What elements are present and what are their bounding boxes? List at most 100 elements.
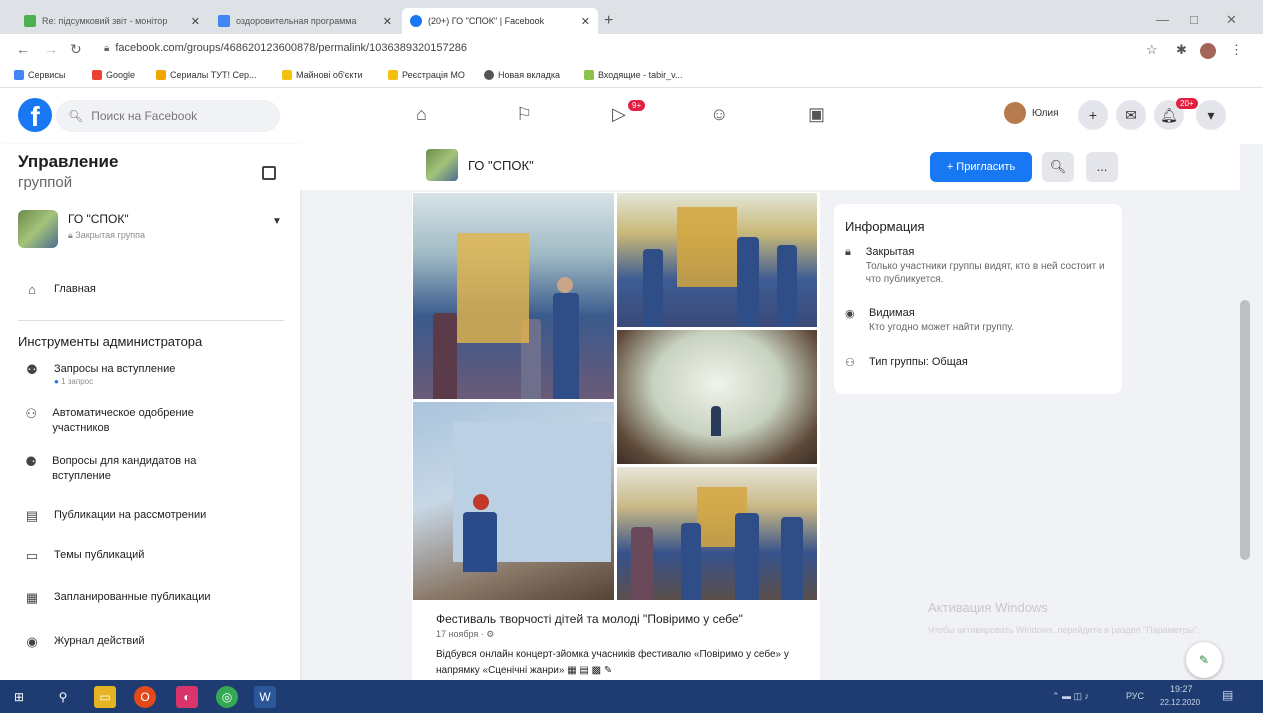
clock-time[interactable]: 19:27: [1170, 684, 1193, 694]
home-icon[interactable]: ⌂: [416, 104, 427, 125]
bookmark-services[interactable]: Сервисы: [14, 70, 65, 80]
chrome-icon[interactable]: ◎: [216, 686, 238, 708]
group-title[interactable]: ГО "СПОК": [468, 158, 534, 173]
opera-icon[interactable]: O: [134, 686, 156, 708]
reload-icon[interactable]: ↻: [70, 41, 82, 58]
word-icon[interactable]: W: [254, 686, 276, 708]
user-name: Юлия: [1032, 107, 1059, 119]
close-window-button[interactable]: ✕: [1226, 12, 1237, 28]
post-photo[interactable]: [616, 329, 818, 465]
folder-icon: [388, 70, 398, 80]
bookmark-google[interactable]: Google: [92, 70, 135, 80]
info-visibility-title: Видимая: [869, 307, 915, 319]
close-icon[interactable]: ✕: [575, 15, 590, 28]
messenger-icon[interactable]: ✉: [1116, 100, 1146, 130]
media-icon[interactable]: ◐: [176, 686, 198, 708]
sidebar-subtitle: группой: [18, 174, 73, 191]
gaming-icon[interactable]: ▣: [808, 104, 825, 125]
person-figure: [433, 313, 457, 399]
close-icon[interactable]: ✕: [185, 15, 200, 28]
minimize-button[interactable]: —: [1156, 12, 1169, 27]
sidebar-item-label: Публикации на рассмотрении: [54, 509, 207, 521]
star-icon[interactable]: ☆: [1146, 42, 1158, 58]
post-photo[interactable]: [616, 466, 818, 601]
account-menu-icon[interactable]: ▾: [1196, 100, 1226, 130]
group-privacy-label: Закрытая группа: [75, 230, 145, 240]
menu-icon[interactable]: ⋮: [1230, 42, 1243, 58]
person-figure: [463, 512, 497, 572]
bookmark-serials[interactable]: Сериалы ТУТ! Сер...: [156, 70, 257, 80]
tray-icons[interactable]: ⌃ ▬ ◫ ♪: [1052, 691, 1089, 702]
bookmark-inbox[interactable]: Входящие - tabir_v...: [584, 70, 683, 80]
clock-date[interactable]: 22.12.2020: [1160, 698, 1200, 707]
profile-button[interactable]: Юлия: [1004, 102, 1059, 124]
invite-button[interactable]: + Пригласить: [930, 152, 1032, 182]
sidebar-item-activity-log[interactable]: ◉ Журнал действий: [24, 634, 144, 650]
file-explorer-icon[interactable]: ▭: [94, 686, 116, 708]
create-button[interactable]: +: [1078, 100, 1108, 130]
group-thumbnail[interactable]: [426, 149, 458, 181]
notification-center-icon[interactable]: ▤: [1222, 688, 1233, 702]
sidebar-item-label: Автоматическое одобрение участников: [52, 407, 194, 434]
groups-icon[interactable]: ☺: [710, 104, 728, 125]
person-head: [473, 494, 489, 510]
tab-program[interactable]: оздоровительная программа ✕: [210, 8, 400, 34]
post-photo[interactable]: [412, 401, 615, 601]
back-icon[interactable]: ←: [16, 41, 30, 57]
sidebar-item-post-topics[interactable]: ▭ Темы публикаций: [24, 548, 145, 564]
person-figure: [777, 245, 797, 327]
extensions-icon[interactable]: ✱: [1176, 42, 1187, 58]
facebook-logo[interactable]: f: [18, 98, 52, 132]
search-input[interactable]: 🔍︎ Поиск на Facebook: [56, 100, 280, 132]
watch-badge: 9+: [628, 100, 646, 111]
search-button[interactable]: 🔍︎: [1042, 152, 1074, 182]
post-photo[interactable]: [412, 192, 615, 400]
sidebar-item-home[interactable]: ⌂ Главная: [24, 282, 96, 298]
windows-start-icon[interactable]: ⊞: [8, 686, 30, 708]
scrollbar[interactable]: [1240, 300, 1250, 560]
divider: [18, 320, 284, 321]
sidebar-item-questions[interactable]: ⚈ Вопросы для кандидатов на вступление: [24, 454, 234, 484]
info-visibility: ◉ Видимая Кто угодно может найти группу.: [845, 307, 1111, 334]
forward-icon[interactable]: →: [44, 41, 58, 57]
close-icon[interactable]: ✕: [377, 15, 392, 28]
person-figure: [737, 237, 759, 327]
tab-title: (20+) ГО "СПОК" | Facebook: [428, 16, 545, 26]
input-language[interactable]: РУС: [1126, 691, 1144, 701]
more-button[interactable]: ...: [1086, 152, 1118, 182]
post-photo[interactable]: [616, 192, 818, 328]
globe-icon: [484, 70, 494, 80]
person-add-icon: ⚉: [26, 362, 38, 377]
sidebar-item-auto-approve[interactable]: ⚇ Автоматическое одобрение участников: [24, 406, 234, 436]
sidebar-item-join-requests[interactable]: ⚉ Запросы на вступление ● 1 запрос: [24, 362, 175, 386]
new-message-button[interactable]: ✎: [1186, 642, 1222, 678]
bookmark-new-tab[interactable]: Новая вкладка: [484, 70, 560, 80]
maximize-button[interactable]: □: [1190, 12, 1198, 27]
sidebar-item-scheduled[interactable]: ▦ Запланированные публикации: [24, 590, 211, 606]
bookmark-registration[interactable]: Реєстрація МО: [388, 70, 465, 80]
person-head: [557, 277, 573, 293]
info-group-type: ⚇ Тип группы: Общая: [845, 356, 1111, 369]
search-placeholder: Поиск на Facebook: [91, 109, 198, 123]
chevron-down-icon[interactable]: ▼: [272, 216, 282, 227]
profile-avatar[interactable]: [1200, 43, 1216, 59]
collapse-sidebar-icon[interactable]: [262, 166, 276, 180]
new-tab-button[interactable]: +: [604, 12, 613, 30]
watch-icon[interactable]: ▷: [612, 104, 626, 125]
pages-icon[interactable]: ⚐: [516, 104, 532, 125]
tab-monitoring[interactable]: Re: підсумковий звіт - монітор ✕: [16, 8, 208, 34]
person-check-icon: ⚇: [25, 406, 38, 421]
sidebar-item-label: Запросы на вступление: [54, 363, 176, 375]
sidebar-item-pending-posts[interactable]: ▤ Публикации на рассмотрении: [24, 508, 206, 524]
bookmark-property[interactable]: Майнові об'єкти: [282, 70, 363, 80]
group-switcher[interactable]: ГО "СПОК" 🔒︎ Закрытая группа: [18, 210, 145, 248]
post-title[interactable]: Фестиваль творчості дітей та молоді "Пов…: [436, 612, 743, 626]
url-field[interactable]: 🔒︎ facebook.com/groups/468620123600878/pe…: [104, 42, 467, 54]
search-icon[interactable]: ⚲: [52, 686, 74, 708]
post-date[interactable]: 17 ноября · ⚙: [436, 629, 494, 640]
bookmarks-bar: Сервисы Google Сериалы ТУТ! Сер... Майно…: [0, 64, 1263, 88]
address-bar: ← → ↻ 🔒︎ facebook.com/groups/468620123600…: [0, 34, 1263, 64]
tab-facebook[interactable]: (20+) ГО "СПОК" | Facebook ✕: [402, 8, 598, 34]
chat-icon: ✎: [1198, 653, 1210, 667]
tab-title: оздоровительная программа: [236, 16, 357, 26]
